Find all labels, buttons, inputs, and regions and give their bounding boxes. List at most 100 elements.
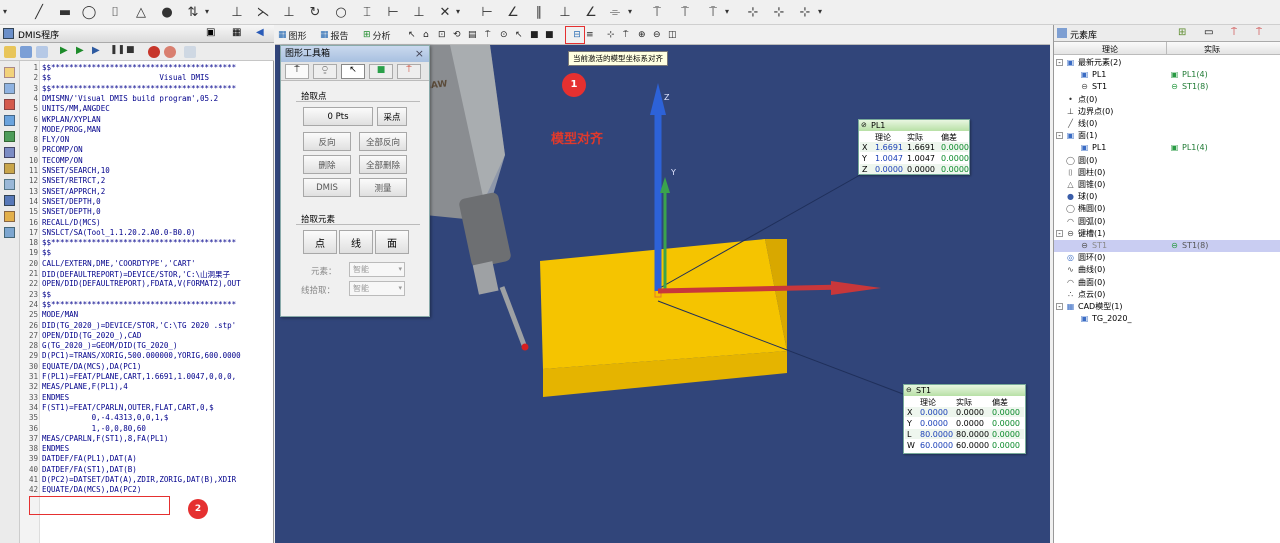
probe-calib-icon[interactable]: ⍑ [704,3,722,21]
analysis-tab[interactable]: ⊞ 分析 [363,27,391,43]
gutter-tool-icon[interactable] [4,67,15,78]
code-line[interactable]: 0,-4.4313,0,0,1,$ [42,413,274,422]
tolerance-icon[interactable]: ⌯ [606,3,624,21]
midpoint-icon[interactable]: ⊥ [410,3,428,21]
stop-icon[interactable]: ■ [126,45,135,55]
gutter-tool-icon[interactable] [4,99,15,110]
zoom-in-icon[interactable]: ⊕ [638,27,646,43]
gutter-tool-icon[interactable] [4,131,15,142]
tree-row[interactable]: ◯ 圆(0) [1054,155,1280,167]
intersect-icon[interactable]: ⋋ [254,3,272,21]
3d-viewport[interactable]: Z Y SHAW ▦ 图形 ▦ 报告 ⊞ 分析 ↖ ⌂ ⊡ ⟲ ▤ ⍑ ⊙ ↖ ■ ■… [275,25,1050,543]
tree-row[interactable]: ⊖ ST1 ⊖ ST1(8) [1054,81,1280,93]
probe-setting-icon[interactable]: ⍑ [623,27,628,43]
code-line[interactable]: DATDEF/FA(PL1),DAT(A) [42,454,274,463]
tab-cube-icon[interactable]: ■ [369,64,393,79]
zoom-out-icon[interactable]: ⊖ [653,27,661,43]
code-line[interactable]: UNITS/MM,ANGDEC [42,104,274,113]
circle-tool-icon[interactable]: ◯ [80,3,98,21]
move-icon[interactable]: ⊹ [796,3,814,21]
delete-all-button[interactable]: 全部删除 [359,155,407,174]
tab-pick-icon[interactable]: ↖ [341,64,365,79]
points-count-button[interactable]: 0 Pts [303,107,373,126]
tree-collapse-icon[interactable]: - [1056,229,1063,237]
code-line[interactable]: $$**************************************… [42,63,274,72]
alignment-icon[interactable]: ⊹ [744,3,762,21]
code-line[interactable]: SNSET/DEPTH,0 [42,207,274,216]
step-into-icon[interactable]: ▶ [92,45,100,56]
code-line[interactable]: F(PL1)=FEAT/PLANE,CART,1.6691,1.0047,0,0… [42,372,274,381]
tree-row[interactable]: ● 球(0) [1054,191,1280,203]
tree-row[interactable]: ∴ 点云(0) [1054,289,1280,301]
open-file-icon[interactable] [4,46,16,58]
graphics-tab[interactable]: ▦ 图形 [278,27,307,43]
code-line[interactable]: ENDMES [42,393,274,402]
view-option-icon[interactable]: ≡ [586,27,594,43]
construct-tool-icon[interactable]: ⇅ [184,3,202,21]
code-line[interactable]: TECOMP/ON [42,156,274,165]
code-line[interactable]: D(PC2)=DATSET/DAT(A),ZDIR,ZORIG,DAT(B),X… [42,475,274,484]
print-icon[interactable] [184,46,196,58]
code-line[interactable]: G(TG_2020_)=GEOM/DID(TG_2020_) [42,341,274,350]
probe-view-icon[interactable]: ⍑ [485,27,490,43]
code-line[interactable]: SNSET/SEARCH,10 [42,166,274,175]
gutter-tool-icon[interactable] [4,115,15,126]
fit-circle-icon[interactable]: ↻ [306,3,324,21]
code-line[interactable]: MODE/PROG,MAN [42,125,274,134]
tree-row[interactable]: ◯ 椭圆(0) [1054,203,1280,215]
gutter-tool-icon[interactable] [4,83,15,94]
tab-cad-icon[interactable]: ⊞ [1178,27,1186,38]
code-line[interactable]: $$ [42,290,274,299]
cone-tool-icon[interactable]: △ [132,3,150,21]
code-line[interactable]: RECALL/D(MCS) [42,218,274,227]
toolbar-dropdown-arrow[interactable]: ▾ [3,7,7,16]
code-line[interactable]: WKPLAN/XYPLAN [42,115,274,124]
plane-tool-icon[interactable]: ▬ [56,3,74,21]
tree-row[interactable]: • 点(0) [1054,94,1280,106]
code-line[interactable]: EQUATE/DA(MCS),DA(PC1) [42,362,274,371]
probe-change-icon[interactable]: ⍑ [676,3,694,21]
project-icon[interactable]: ⊥ [280,3,298,21]
tab-tool-icon[interactable]: ⍑ [1256,27,1262,38]
tree-row[interactable]: △ 圆锥(0) [1054,179,1280,191]
code-line[interactable]: SNSET/APPRCH,2 [42,187,274,196]
code-line[interactable]: $$**************************************… [42,238,274,247]
code-line[interactable]: 1,-0,0,80,60 [42,424,274,433]
tree-collapse-icon[interactable]: - [1056,59,1063,67]
circle-point-icon[interactable]: ○ [332,3,350,21]
tree-row[interactable]: ◠ 圆弧(0) [1054,216,1280,228]
code-line[interactable]: SNSET/DEPTH,0 [42,197,274,206]
code-line[interactable]: OPEN/DID(TG_2020_),CAD [42,331,274,340]
dmis-button[interactable]: DMIS [303,178,351,197]
line-tool-icon[interactable]: ╱ [30,3,48,21]
run-icon[interactable]: ▶ [60,45,68,56]
st1-result-dialog[interactable]: ST1 ⊖ 理论 实际 偏差 X 0.0000 0.0000 0.0000 Y 0.0000 0.… [903,384,1026,454]
code-line[interactable]: $$**************************************… [42,300,274,309]
close-icon[interactable]: × [415,47,424,60]
pl1-result-dialog[interactable]: PL1 ⊘ 理论 实际 偏差 X 1.6691 1.6691 0.0000 Y 1.0047 1.… [858,119,970,175]
tree-collapse-icon[interactable]: - [1056,132,1063,140]
construct-dropdown-icon[interactable]: ▾ [205,7,209,16]
code-line[interactable]: MEAS/CPARLN,F(ST1),8,FA(PL1) [42,434,274,443]
sym-icon[interactable]: ✕ [436,3,454,21]
cube-green-icon[interactable]: ■ [530,27,539,43]
gutter-tool-icon[interactable] [4,147,15,158]
delete-button[interactable]: 删除 [303,155,351,174]
model-cs-icon[interactable]: ⊹ [607,27,615,43]
code-line[interactable]: SNSLCT/SA(Tool_1.1.20.2.A0.0-B0.0) [42,228,274,237]
tab-probe-icon[interactable]: ⍑ [1231,27,1237,38]
code-line[interactable]: D(PC1)=TRANS/XORIG,500.000000,YORIG,600.… [42,351,274,360]
sphere-tool-icon[interactable]: ● [158,3,176,21]
home-view-icon[interactable]: ⌂ [423,27,429,43]
zoom-fit-icon[interactable]: ⊡ [438,27,446,43]
code-line[interactable]: EQUATE/DA(MCS),DA(PC2) [42,485,274,494]
cylinder-tool-icon[interactable]: ⌷ [106,3,124,21]
gutter-tool-icon[interactable] [4,163,15,174]
tree-row[interactable]: - ⊖ 键槽(1) [1054,228,1280,240]
coordinate-icon[interactable]: ⊹ [770,3,788,21]
tab-table-icon[interactable]: ▭ [1204,27,1213,38]
tab-sensor-icon[interactable]: ⍜ [313,64,337,79]
save-file-icon[interactable] [20,46,32,58]
rotate-view-icon[interactable]: ⟲ [453,27,461,43]
element-select[interactable]: 智能 ▾ [349,262,405,277]
